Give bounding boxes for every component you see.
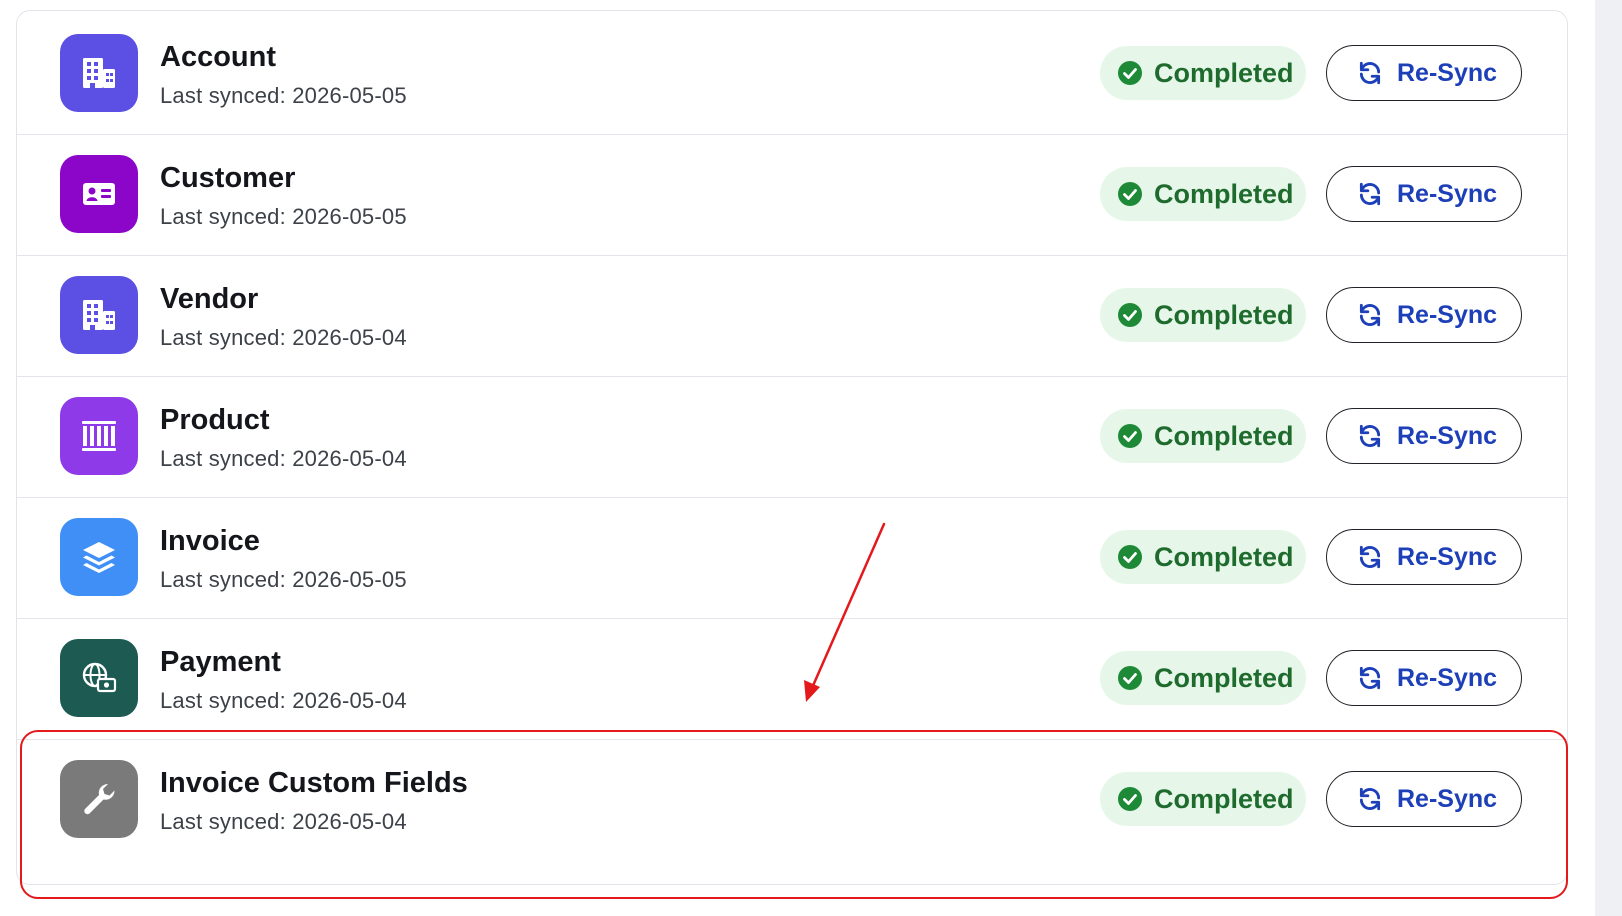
status-text: Completed — [1154, 178, 1294, 209]
check-circle-icon — [1118, 182, 1142, 206]
last-synced-label: Last synced: 2026-05-05 — [160, 567, 407, 592]
resync-button[interactable]: Re-Sync — [1326, 650, 1522, 706]
sync-row-customer: Customer Last synced: 2026-05-05 Complet… — [17, 132, 1567, 256]
sync-row-product: Product Last synced: 2026-05-04 Complete… — [17, 374, 1567, 498]
barcode-icon — [60, 397, 138, 475]
id-card-icon — [60, 155, 138, 233]
sync-row-invoice: Invoice Last synced: 2026-05-05 Complete… — [17, 495, 1567, 619]
status-text: Completed — [1154, 662, 1294, 693]
resync-label: Re-Sync — [1397, 300, 1498, 329]
entity-name: Invoice — [160, 525, 260, 557]
building-icon — [60, 34, 138, 112]
scrollbar-track[interactable] — [1595, 0, 1622, 916]
entity-name: Product — [160, 404, 270, 436]
resync-button[interactable]: Re-Sync — [1326, 771, 1522, 827]
status-text: Completed — [1154, 541, 1294, 572]
last-synced-label: Last synced: 2026-05-04 — [160, 325, 407, 350]
resync-label: Re-Sync — [1397, 58, 1498, 87]
resync-label: Re-Sync — [1397, 421, 1498, 450]
status-badge: Completed — [1100, 772, 1306, 826]
resync-button[interactable]: Re-Sync — [1326, 287, 1522, 343]
check-circle-icon — [1118, 424, 1142, 448]
resync-label: Re-Sync — [1397, 179, 1498, 208]
refresh-icon — [1359, 545, 1381, 569]
entity-name: Account — [160, 41, 276, 73]
refresh-icon — [1359, 787, 1381, 811]
resync-button[interactable]: Re-Sync — [1326, 408, 1522, 464]
refresh-icon — [1359, 303, 1381, 327]
sync-row-account: Account Last synced: 2026-05-05 Complete… — [17, 11, 1567, 135]
scrollbar-edge — [1595, 910, 1622, 916]
resync-label: Re-Sync — [1397, 663, 1498, 692]
sync-entity-list: Account Last synced: 2026-05-05 Complete… — [16, 10, 1568, 885]
refresh-icon — [1359, 182, 1381, 206]
resync-label: Re-Sync — [1397, 542, 1498, 571]
status-badge: Completed — [1100, 409, 1306, 463]
status-text: Completed — [1154, 57, 1294, 88]
status-text: Completed — [1154, 420, 1294, 451]
sync-row-invoice-custom-fields: Invoice Custom Fields Last synced: 2026-… — [17, 737, 1567, 861]
status-badge: Completed — [1100, 167, 1306, 221]
check-circle-icon — [1118, 61, 1142, 85]
entity-name: Invoice Custom Fields — [160, 767, 468, 799]
check-circle-icon — [1118, 545, 1142, 569]
status-text: Completed — [1154, 783, 1294, 814]
status-badge: Completed — [1100, 651, 1306, 705]
resync-label: Re-Sync — [1397, 784, 1498, 813]
sync-row-vendor: Vendor Last synced: 2026-05-04 Completed… — [17, 253, 1567, 377]
building-icon — [60, 276, 138, 354]
resync-button[interactable]: Re-Sync — [1326, 529, 1522, 585]
entity-name: Vendor — [160, 283, 259, 315]
layers-icon — [60, 518, 138, 596]
last-synced-label: Last synced: 2026-05-04 — [160, 446, 407, 471]
check-circle-icon — [1118, 787, 1142, 811]
last-synced-label: Last synced: 2026-05-04 — [160, 809, 407, 834]
refresh-icon — [1359, 61, 1381, 85]
refresh-icon — [1359, 424, 1381, 448]
refresh-icon — [1359, 666, 1381, 690]
last-synced-label: Last synced: 2026-05-05 — [160, 83, 407, 108]
entity-name: Customer — [160, 162, 296, 194]
status-text: Completed — [1154, 299, 1294, 330]
wrench-icon — [60, 760, 138, 838]
last-synced-label: Last synced: 2026-05-05 — [160, 204, 407, 229]
globe-money-icon — [60, 639, 138, 717]
status-badge: Completed — [1100, 288, 1306, 342]
status-badge: Completed — [1100, 530, 1306, 584]
resync-button[interactable]: Re-Sync — [1326, 45, 1522, 101]
entity-name: Payment — [160, 646, 281, 678]
last-synced-label: Last synced: 2026-05-04 — [160, 688, 407, 713]
resync-button[interactable]: Re-Sync — [1326, 166, 1522, 222]
sync-row-payment: Payment Last synced: 2026-05-04 Complete… — [17, 616, 1567, 740]
status-badge: Completed — [1100, 46, 1306, 100]
check-circle-icon — [1118, 666, 1142, 690]
check-circle-icon — [1118, 303, 1142, 327]
